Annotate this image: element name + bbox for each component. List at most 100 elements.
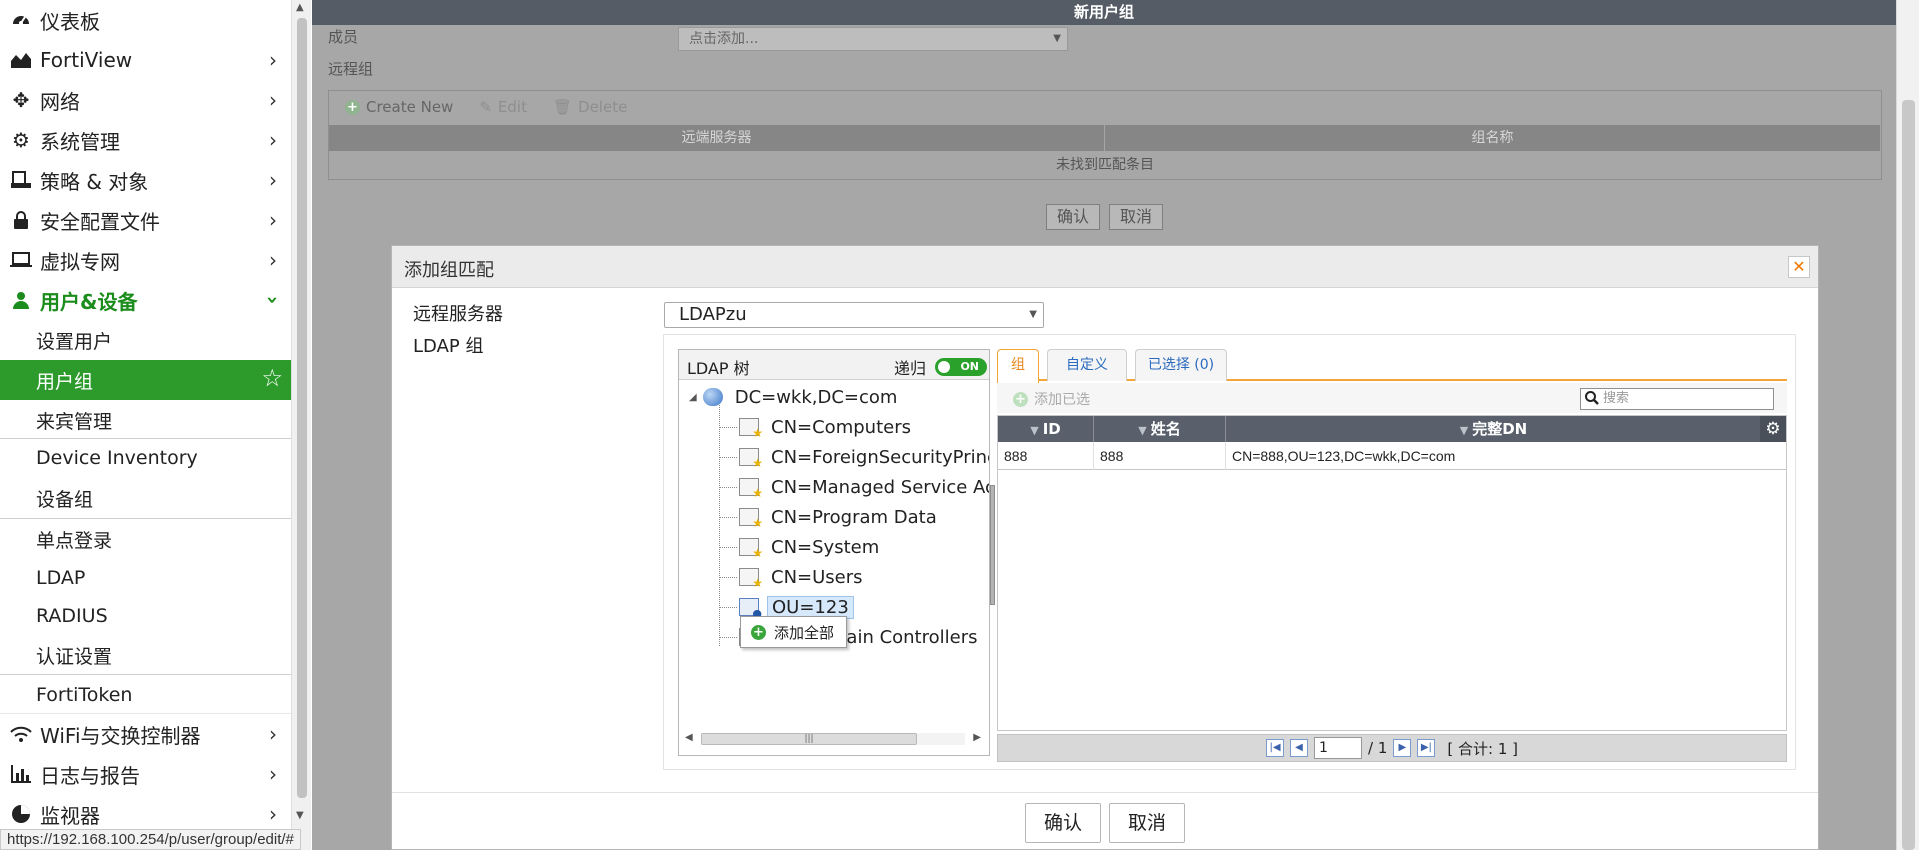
chevron-right-icon: › bbox=[269, 208, 277, 232]
page-title: 新用户组 bbox=[312, 0, 1896, 25]
tree-node-label: CN=System bbox=[771, 536, 880, 558]
chevron-right-icon: › bbox=[269, 802, 277, 826]
nav-vpn[interactable]: 虚拟专网 › bbox=[0, 240, 291, 280]
column-id[interactable]: ▼ ID bbox=[998, 416, 1094, 442]
first-page-icon[interactable]: |◀ bbox=[1266, 739, 1284, 757]
recursive-toggle[interactable]: ON bbox=[935, 358, 987, 376]
total-pages: / 1 bbox=[1368, 739, 1388, 757]
tab-custom[interactable]: 自定义 bbox=[1047, 349, 1127, 381]
scrollbar-thumb[interactable] bbox=[297, 18, 307, 798]
nav-wifi-switch[interactable]: WiFi与交换控制器 › bbox=[0, 714, 291, 754]
page-number-input[interactable]: 1 bbox=[1314, 737, 1362, 759]
sidebar-scrollbar[interactable]: ▲ ▼ bbox=[291, 0, 311, 850]
nav-monitor[interactable]: 监视器 › bbox=[0, 794, 291, 834]
tree-node[interactable]: CN=Managed Service Acc bbox=[739, 474, 989, 500]
tree-node[interactable]: CN=System bbox=[739, 534, 879, 560]
add-selected-button[interactable]: + 添加已选 bbox=[1013, 389, 1090, 409]
remote-server-select[interactable]: LDAPzu ▼ bbox=[664, 302, 1044, 328]
tab-groups[interactable]: 组 bbox=[997, 349, 1039, 383]
remote-server-value: LDAPzu bbox=[679, 304, 747, 325]
tree-connector bbox=[719, 547, 737, 548]
plus-icon: + bbox=[1013, 391, 1028, 407]
table-row[interactable]: 888 888 CN=888,OU=123,DC=wkk,DC=com bbox=[998, 442, 1786, 470]
tab-selected[interactable]: 已选择 (0) bbox=[1135, 349, 1227, 381]
total-count: [ 合计: 1 ] bbox=[1447, 739, 1518, 758]
tree-node-label: CN=Computers bbox=[771, 416, 911, 438]
scrollbar-thumb[interactable] bbox=[1902, 100, 1915, 850]
column-name[interactable]: ▼ 姓名 bbox=[1094, 416, 1226, 442]
sidebar-item-setup-user[interactable]: 设置用户 bbox=[0, 320, 291, 360]
nav-security-profiles[interactable]: 安全配置文件 › bbox=[0, 200, 291, 240]
members-placeholder: 点击添加... bbox=[689, 31, 759, 47]
ok-button[interactable]: 确认 bbox=[1025, 803, 1101, 843]
dashboard-icon bbox=[7, 0, 35, 40]
background-cancel-button[interactable]: 取消 bbox=[1109, 204, 1164, 230]
scroll-up-icon[interactable]: ▲ bbox=[296, 2, 304, 13]
scroll-right-icon[interactable]: ▶ bbox=[973, 732, 981, 743]
nav-label: 虚拟专网 bbox=[40, 249, 120, 274]
nav-fortiview[interactable]: FortiView › bbox=[0, 40, 291, 80]
column-group-name[interactable]: 组名称 bbox=[1105, 125, 1881, 151]
nav-policy[interactable]: 策略 & 对象 › bbox=[0, 160, 291, 200]
sidebar-item-ldap[interactable]: LDAP bbox=[0, 558, 291, 598]
chevron-right-icon: › bbox=[269, 88, 277, 112]
gear-icon[interactable]: ⚙ bbox=[1760, 416, 1786, 442]
cancel-button[interactable]: 取消 bbox=[1109, 803, 1185, 843]
next-page-icon[interactable]: ▶ bbox=[1393, 739, 1412, 757]
tree-horizontal-scrollbar[interactable]: ◀ ||| ▶ bbox=[679, 729, 989, 749]
nav-network[interactable]: ✥ 网络 › bbox=[0, 80, 291, 120]
dropdown-arrow-icon: ▼ bbox=[1029, 309, 1037, 320]
organizational-unit-icon bbox=[739, 598, 762, 620]
scrollbar-thumb[interactable]: ||| bbox=[701, 733, 917, 745]
grid-toolbar: + 添加已选 搜索 bbox=[997, 383, 1787, 413]
sidebar-item-device-groups[interactable]: 设备组 bbox=[0, 478, 291, 518]
trash-icon: 🗑 bbox=[552, 98, 573, 116]
tree-node[interactable]: CN=Computers bbox=[739, 414, 911, 440]
members-select[interactable]: 点击添加... ▼ bbox=[678, 27, 1068, 51]
sidebar-item-radius[interactable]: RADIUS bbox=[0, 596, 291, 636]
context-menu-add-all[interactable]: 添加全部 bbox=[774, 622, 834, 643]
column-full-dn[interactable]: ▼ 完整DN bbox=[1226, 416, 1762, 442]
tree-node[interactable]: CN=ForeignSecurityPrinc bbox=[739, 444, 989, 470]
favorite-star-icon[interactable]: ☆ bbox=[261, 364, 283, 392]
nav-dashboard[interactable]: 仪表板 bbox=[0, 0, 291, 40]
context-menu: + 添加全部 bbox=[740, 616, 847, 648]
column-remote-server[interactable]: 远端服务器 bbox=[329, 125, 1105, 151]
search-input[interactable]: 搜索 bbox=[1580, 388, 1774, 410]
scroll-left-icon[interactable]: ◀ bbox=[685, 732, 693, 743]
remote-groups-header: 远端服务器 组名称 bbox=[329, 125, 1881, 151]
collapse-icon[interactable]: ◢ bbox=[689, 392, 697, 403]
close-icon[interactable]: ✕ bbox=[1788, 256, 1810, 278]
sidebar-item-guest-management[interactable]: 来宾管理 bbox=[0, 400, 291, 440]
nav-system[interactable]: ⚙ 系统管理 › bbox=[0, 120, 291, 160]
nav-log-report[interactable]: 日志与报告 › bbox=[0, 754, 291, 794]
sidebar-item-user-groups[interactable]: 用户组 ☆ bbox=[0, 360, 291, 400]
last-page-icon[interactable]: ▶| bbox=[1417, 739, 1436, 757]
tree-node[interactable]: CN=Program Data bbox=[739, 504, 937, 530]
nav-user-device[interactable]: 用户&设备 › bbox=[0, 280, 291, 320]
remote-groups-panel: + Create New ✎ Edit 🗑 Delete 远端服务器 组名称 未… bbox=[328, 90, 1882, 180]
prev-page-icon[interactable]: ◀ bbox=[1290, 739, 1308, 757]
ldap-tree-header: LDAP 树 递归 ON bbox=[679, 350, 989, 380]
sidebar-item-fortitoken[interactable]: FortiToken bbox=[0, 675, 291, 715]
tree-node[interactable]: CN=Users bbox=[739, 564, 863, 590]
filter-icon[interactable]: ▼ bbox=[1030, 424, 1038, 437]
nav-label: WiFi与交换控制器 bbox=[40, 723, 201, 748]
delete-button[interactable]: 🗑 Delete bbox=[553, 98, 627, 116]
scroll-down-icon[interactable]: ▼ bbox=[296, 810, 304, 821]
sidebar-item-sso[interactable]: 单点登录 bbox=[0, 519, 291, 559]
filter-icon[interactable]: ▼ bbox=[1460, 424, 1468, 437]
sidebar-item-auth-settings[interactable]: 认证设置 bbox=[0, 635, 291, 675]
tree-root-node[interactable]: ◢ DC=wkk,DC=com bbox=[689, 384, 897, 410]
edit-button[interactable]: ✎ Edit bbox=[479, 98, 527, 116]
filter-icon[interactable]: ▼ bbox=[1138, 424, 1146, 437]
page-scrollbar[interactable] bbox=[1896, 0, 1919, 850]
background-ok-button[interactable]: 确认 bbox=[1046, 204, 1101, 230]
nav-label: 用户组 bbox=[36, 370, 94, 393]
cell-id: 888 bbox=[998, 442, 1094, 470]
remote-groups-label: 远程组 bbox=[328, 60, 374, 78]
panel-resize-handle[interactable] bbox=[990, 485, 995, 605]
sidebar-item-device-inventory[interactable]: Device Inventory bbox=[0, 438, 291, 478]
create-new-button[interactable]: + Create New bbox=[345, 98, 453, 116]
tree-connector bbox=[719, 637, 737, 638]
